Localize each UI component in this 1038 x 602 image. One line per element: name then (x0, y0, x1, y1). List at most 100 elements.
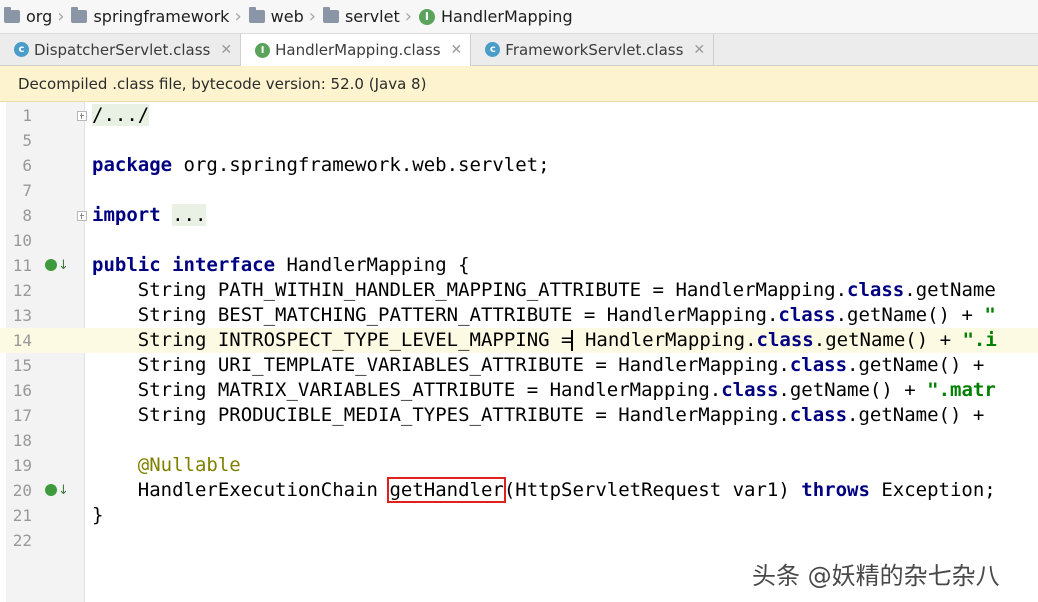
breadcrumb-item-springframework[interactable]: springframework (71, 7, 229, 26)
close-icon[interactable]: ✕ (220, 42, 232, 58)
type: String (137, 329, 207, 351)
string-literal: ".matr (927, 379, 996, 401)
keyword: class (756, 329, 814, 351)
arrow-down-icon: ↓ (58, 258, 69, 273)
field-name: PRODUCIBLE_MEDIA_TYPES_ATTRIBUTE (217, 404, 584, 426)
class-icon: c (485, 42, 501, 57)
tab-handlermapping[interactable]: I HandlerMapping.class ✕ (241, 34, 472, 66)
line-number: 5 (22, 131, 32, 150)
close-icon[interactable]: ✕ (693, 42, 705, 58)
text-caret (571, 330, 574, 351)
code-line-17: String PRODUCIBLE_MEDIA_TYPES_ATTRIBUTE … (137, 404, 985, 426)
breadcrumb: org › springframework › web › servlet › … (0, 0, 1038, 34)
line-number: 8 (22, 206, 32, 225)
string-literal: ".i (962, 329, 997, 351)
keyword: public (92, 254, 161, 276)
line-number: 10 (12, 231, 32, 250)
folder-icon (71, 7, 88, 23)
chevron-right-icon: › (234, 6, 242, 27)
line-number: 19 (12, 456, 32, 475)
type: String (137, 404, 207, 426)
line-number: 16 (12, 381, 32, 400)
call: .getName() + (813, 329, 963, 351)
line-number: 15 (12, 356, 32, 375)
folded-imports[interactable]: ... (172, 204, 207, 226)
line-number: 21 (12, 506, 32, 525)
package-name: org.springframework.web.servlet; (172, 154, 550, 176)
type-ref: HandlerMapping (618, 404, 779, 426)
field-name: INTROSPECT_TYPE_LEVEL_MAPPING (217, 329, 550, 351)
chevron-right-icon: › (308, 6, 316, 27)
line-number: 22 (12, 531, 32, 550)
type-ref: HandlerMapping (549, 379, 710, 401)
keyword: class (847, 279, 905, 301)
tab-label: FrameworkServlet.class (505, 40, 684, 59)
watermark: 头条 @妖精的杂七杂八 (752, 562, 1000, 590)
type-ref: HandlerMapping (675, 279, 836, 301)
arrow-down-icon: ↓ (58, 483, 69, 498)
code-editor[interactable]: 1 5 6 7 8 10 11 12 13 14 15 16 17 18 19 … (0, 102, 1038, 602)
code-line-12: String PATH_WITHIN_HANDLER_MAPPING_ATTRI… (137, 279, 996, 301)
keyword: interface (172, 254, 276, 276)
field-name: BEST_MATCHING_PATTERN_ATTRIBUTE (217, 304, 573, 326)
type: String (137, 379, 207, 401)
line-number: 14 (12, 331, 32, 350)
exception-type: Exception; (869, 479, 996, 501)
notice-text: Decompiled .class file, bytecode version… (18, 74, 427, 93)
breadcrumb-item-handlermapping[interactable]: I HandlerMapping (418, 7, 573, 26)
close-icon[interactable]: ✕ (451, 42, 463, 58)
line-number: 12 (12, 281, 32, 300)
editor-tabs: c DispatcherServlet.class ✕ I HandlerMap… (0, 34, 1038, 66)
type: String (137, 304, 207, 326)
line-number: 6 (22, 156, 32, 175)
type-ref: HandlerMapping (618, 354, 779, 376)
folded-code[interactable]: /.../ (92, 104, 150, 126)
field-name: URI_TEMPLATE_VARIABLES_ATTRIBUTE (217, 354, 584, 376)
tab-frameworkservlet[interactable]: c FrameworkServlet.class ✕ (471, 34, 715, 65)
type: String (137, 354, 207, 376)
line-number: 7 (22, 181, 32, 200)
string-literal: " (984, 304, 996, 326)
breadcrumb-item-org[interactable]: org (4, 7, 52, 26)
line-number: 18 (12, 431, 32, 450)
get-handler-method[interactable]: getHandler (387, 477, 506, 503)
breadcrumb-item-servlet[interactable]: servlet (322, 7, 400, 26)
field-name: PATH_WITHIN_HANDLER_MAPPING_ATTRIBUTE (217, 279, 642, 301)
keyword: class (789, 354, 848, 376)
implemented-icon[interactable] (45, 259, 57, 271)
folder-icon (4, 7, 20, 23)
breadcrumb-item-web[interactable]: web (248, 7, 304, 26)
implemented-icon[interactable] (45, 484, 57, 496)
keyword: class (778, 304, 836, 326)
return-type: HandlerExecutionChain (137, 479, 378, 501)
line-number: 11 (12, 256, 32, 275)
keyword: import (92, 204, 161, 226)
interface-icon: I (418, 8, 435, 25)
call: .getName() + (835, 304, 985, 326)
interface-icon: I (255, 42, 271, 58)
call: .getName() + (847, 354, 985, 376)
fold-expand-icon[interactable] (77, 211, 87, 221)
line-number: 1 (22, 106, 32, 125)
decompiled-notice: Decompiled .class file, bytecode version… (0, 66, 1038, 102)
params: (HttpServletRequest var1) (503, 479, 802, 501)
code-line-15: String URI_TEMPLATE_VARIABLES_ATTRIBUTE … (137, 354, 985, 376)
closing-brace: } (92, 504, 104, 526)
tab-dispatcherservlet[interactable]: c DispatcherServlet.class ✕ (0, 34, 242, 65)
field-name: MATRIX_VARIABLES_ATTRIBUTE (217, 379, 516, 401)
fold-expand-icon[interactable] (77, 111, 87, 121)
line-number: 13 (12, 306, 32, 325)
tab-label: DispatcherServlet.class (34, 40, 211, 59)
type-ref: HandlerMapping (606, 304, 767, 326)
breadcrumb-label: servlet (344, 7, 400, 26)
code-line-19: @Nullable (92, 453, 241, 478)
line-number: 20 (12, 481, 32, 500)
code-line-21: } (92, 503, 103, 528)
keyword: package (92, 154, 173, 176)
folder-icon (248, 7, 265, 23)
code-line-1: /.../ (92, 103, 150, 128)
class-icon: c (14, 42, 29, 57)
code-line-8: import ... (92, 203, 207, 228)
call: .getName (904, 279, 996, 301)
line-number: 17 (12, 406, 32, 425)
